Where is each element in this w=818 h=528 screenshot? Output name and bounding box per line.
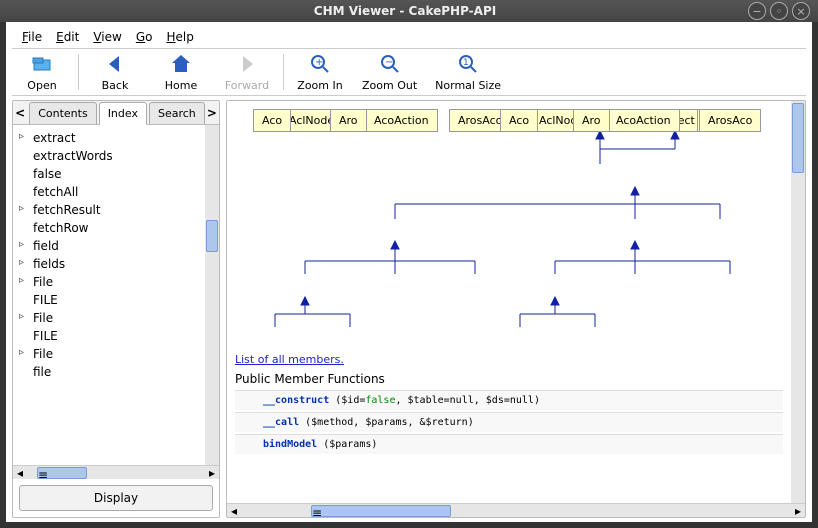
viewer-pane: Object Object Model AppModel AppModel Ca… bbox=[226, 100, 806, 518]
zoom-out-icon: − bbox=[378, 52, 402, 79]
open-button[interactable]: Open bbox=[18, 52, 66, 92]
index-item[interactable]: FILE bbox=[15, 291, 217, 309]
menu-help[interactable]: Help bbox=[160, 28, 199, 46]
diagram-node[interactable]: Aco bbox=[253, 109, 291, 132]
back-icon bbox=[103, 52, 127, 79]
diagram-node[interactable]: Aco bbox=[500, 109, 538, 132]
menu-edit[interactable]: Edit bbox=[50, 28, 85, 46]
forward-icon bbox=[235, 52, 259, 79]
viewer-hscroll[interactable]: ◂≡▸ bbox=[227, 503, 805, 517]
zoom-in-button[interactable]: + Zoom In bbox=[296, 52, 344, 92]
sidebar-hscroll-thumb[interactable]: ≡ bbox=[37, 467, 87, 479]
minimize-button[interactable]: − bbox=[748, 2, 766, 20]
zoom-out-button[interactable]: − Zoom Out bbox=[362, 52, 417, 92]
sidebar: < Contents Index Search > extractextract… bbox=[12, 100, 220, 518]
index-tree[interactable]: extractextractWordsfalsefetchAllfetchRes… bbox=[13, 125, 219, 465]
zoom-in-icon: + bbox=[308, 52, 332, 79]
titlebar: CHM Viewer - CakePHP-API − ◦ × bbox=[0, 0, 818, 22]
index-item[interactable]: file bbox=[15, 363, 217, 381]
forward-button: Forward bbox=[223, 52, 271, 92]
function-row[interactable]: bindModel ($params) bbox=[235, 434, 783, 454]
tab-search[interactable]: Search bbox=[149, 102, 205, 124]
index-item[interactable]: field bbox=[15, 237, 217, 255]
diagram-node[interactable]: Aro bbox=[330, 109, 367, 132]
viewer-vscroll-thumb[interactable] bbox=[792, 103, 804, 173]
normal-size-button[interactable]: 1 Normal Size bbox=[435, 52, 501, 92]
diagram-node[interactable]: Aro bbox=[573, 109, 610, 132]
viewer-vscroll[interactable] bbox=[791, 101, 805, 503]
index-item[interactable]: false bbox=[15, 165, 217, 183]
index-item[interactable]: fetchRow bbox=[15, 219, 217, 237]
index-item[interactable]: File bbox=[15, 345, 217, 363]
list-members-link[interactable]: List of all members. bbox=[235, 353, 344, 366]
index-item[interactable]: fields bbox=[15, 255, 217, 273]
index-item[interactable]: extractWords bbox=[15, 147, 217, 165]
menu-file[interactable]: File bbox=[16, 28, 48, 46]
index-item[interactable]: extract bbox=[15, 129, 217, 147]
index-item[interactable]: File bbox=[15, 309, 217, 327]
maximize-button[interactable]: ◦ bbox=[770, 2, 788, 20]
viewer-hscroll-thumb[interactable]: ≡ bbox=[311, 505, 451, 517]
app-content: File Edit View Go Help Open Back Home Fo… bbox=[0, 22, 818, 528]
display-button[interactable]: Display bbox=[19, 485, 213, 511]
diagram-node[interactable]: ArosAco bbox=[699, 109, 761, 132]
menu-go[interactable]: Go bbox=[130, 28, 159, 46]
index-item[interactable]: File bbox=[15, 273, 217, 291]
class-diagram: Object Object Model AppModel AppModel Ca… bbox=[235, 109, 791, 349]
tabs-scroll-right[interactable]: > bbox=[205, 106, 219, 120]
section-title: Public Member Functions bbox=[235, 372, 783, 386]
diagram-node[interactable]: AcoAction bbox=[365, 109, 438, 132]
tab-contents[interactable]: Contents bbox=[29, 102, 96, 124]
sidebar-vscroll[interactable] bbox=[205, 125, 219, 465]
normal-size-icon: 1 bbox=[456, 52, 480, 79]
back-button[interactable]: Back bbox=[91, 52, 139, 92]
index-item[interactable]: FILE bbox=[15, 327, 217, 345]
function-row[interactable]: __construct ($id=false, $table=null, $ds… bbox=[235, 390, 783, 410]
home-icon bbox=[169, 52, 193, 79]
sidebar-hscroll[interactable]: ◂≡▸ bbox=[13, 465, 219, 479]
diagram-node[interactable]: AcoAction bbox=[607, 109, 680, 132]
svg-text:+: + bbox=[315, 57, 323, 68]
tabs-scroll-left[interactable]: < bbox=[13, 106, 27, 120]
tab-index[interactable]: Index bbox=[99, 102, 147, 125]
menu-view[interactable]: View bbox=[87, 28, 127, 46]
home-button[interactable]: Home bbox=[157, 52, 205, 92]
index-item[interactable]: fetchAll bbox=[15, 183, 217, 201]
menubar: File Edit View Go Help bbox=[12, 26, 806, 48]
sidebar-tabs: < Contents Index Search > bbox=[13, 101, 219, 125]
open-icon bbox=[30, 52, 54, 79]
sidebar-vscroll-thumb[interactable] bbox=[206, 220, 218, 252]
index-item[interactable]: fetchResult bbox=[15, 201, 217, 219]
svg-text:−: − bbox=[385, 57, 393, 68]
function-row[interactable]: __call ($method, $params, &$return) bbox=[235, 412, 783, 432]
window-title: CHM Viewer - CakePHP-API bbox=[62, 4, 748, 18]
toolbar: Open Back Home Forward + Zoom In − Zoom … bbox=[12, 48, 806, 96]
svg-text:1: 1 bbox=[463, 58, 469, 68]
close-button[interactable]: × bbox=[792, 2, 810, 20]
